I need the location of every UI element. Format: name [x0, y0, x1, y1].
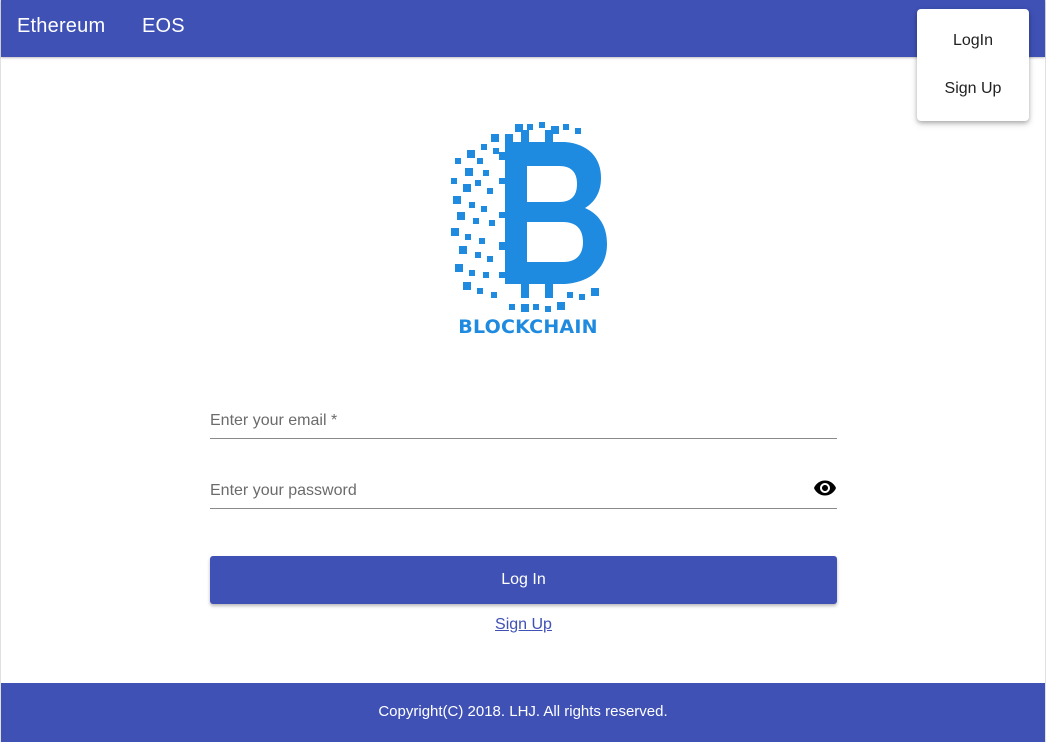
signup-link[interactable]: Sign Up: [210, 616, 837, 634]
logo-pixel: [457, 212, 465, 220]
logo-pixel: [475, 180, 481, 186]
eye-icon[interactable]: [813, 476, 837, 500]
logo-pixel: [465, 234, 471, 240]
menu-item-signup[interactable]: Sign Up: [917, 65, 1029, 113]
blockchain-logo: BLOCKCHAIN: [447, 122, 609, 344]
logo-pixel: [477, 158, 483, 164]
logo-pixel: [499, 272, 505, 278]
password-field: Enter your password: [210, 472, 837, 509]
logo-pixel: [479, 238, 485, 244]
copyright-text: Copyright(C) 2018. LHJ. All rights reser…: [378, 703, 668, 720]
logo-pixel: [527, 124, 533, 130]
password-input[interactable]: [210, 480, 800, 506]
app-frame: Ethereum EOS LogIn Sign Up BLOCKCHAIN En…: [0, 0, 1046, 742]
logo-pixel: [481, 144, 487, 150]
logo-pixel: [493, 148, 499, 154]
logo-pixel: [451, 178, 457, 184]
nav-ethereum[interactable]: Ethereum: [17, 15, 105, 38]
logo-pixel: [463, 282, 471, 290]
logo-pixel: [563, 124, 569, 130]
logo-pixel: [483, 272, 489, 278]
logo-pixel: [467, 150, 475, 158]
logo-pixel: [591, 288, 599, 296]
logo-pixel: [539, 122, 545, 128]
logo-pixel: [463, 184, 471, 192]
logo-wordmark: BLOCKCHAIN: [458, 316, 598, 338]
logo-pixel: [533, 304, 539, 310]
footer: Copyright(C) 2018. LHJ. All rights reser…: [1, 683, 1045, 742]
logo-pixel: [477, 288, 483, 294]
logo-pixel: [469, 202, 475, 208]
logo-pixel: [491, 134, 499, 142]
logo-pixel: [481, 206, 487, 212]
menu-item-login[interactable]: LogIn: [917, 17, 1029, 65]
logo-pixel: [459, 246, 467, 254]
logo-pixel: [455, 264, 463, 272]
login-button[interactable]: Log In: [210, 556, 837, 604]
logo-pixel: [451, 228, 459, 236]
logo-pixel: [545, 306, 551, 312]
logo-pixel: [579, 294, 585, 300]
email-input[interactable]: [210, 410, 800, 436]
logo-pixel: [557, 302, 565, 310]
b-glyph: [505, 130, 607, 298]
logo-pixel: [499, 178, 505, 184]
logo-pixel: [521, 304, 529, 312]
nav-eos[interactable]: EOS: [142, 15, 185, 38]
logo-pixel: [491, 292, 497, 298]
logo-pixel: [475, 252, 481, 258]
logo-pixel: [567, 292, 573, 298]
logo-pixel: [483, 170, 489, 176]
logo-pixel: [487, 256, 493, 262]
logo-pixel: [453, 196, 461, 204]
logo-pixel: [473, 218, 479, 224]
logo-pixel: [575, 128, 581, 134]
logo-pixel: [465, 168, 473, 176]
account-menu: LogIn Sign Up: [917, 9, 1029, 121]
top-app-bar: Ethereum EOS: [1, 0, 1045, 57]
logo-pixel: [469, 270, 475, 276]
email-field: Enter your email *: [210, 402, 837, 439]
logo-pixel: [509, 304, 515, 310]
bitcoin-b-icon: [451, 122, 607, 312]
logo-pixel: [455, 158, 461, 164]
logo-pixel: [489, 220, 495, 226]
logo-pixel: [499, 212, 505, 218]
logo-pixel: [487, 188, 493, 194]
